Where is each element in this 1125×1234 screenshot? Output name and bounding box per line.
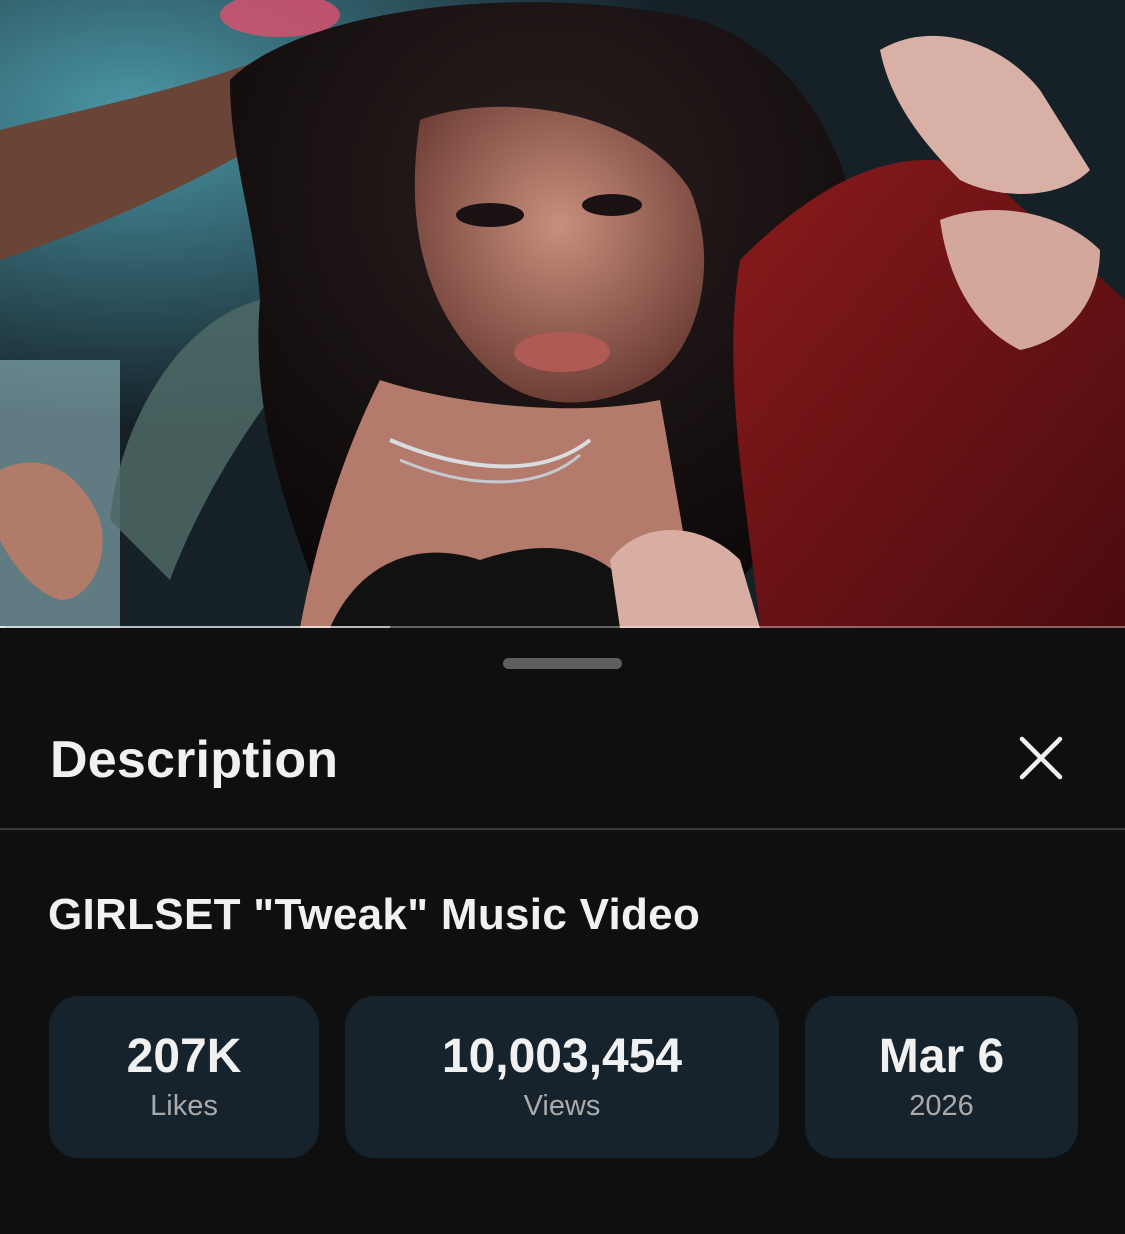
video-player[interactable] — [0, 0, 1125, 628]
close-button[interactable] — [1003, 720, 1079, 796]
stat-likes-label: Likes — [150, 1090, 218, 1122]
stat-views-value: 10,003,454 — [441, 1030, 683, 1083]
drag-handle[interactable] — [503, 658, 622, 669]
stat-date-label: 2026 — [909, 1090, 974, 1122]
sheet-header: Description — [0, 704, 1125, 830]
video-frame-image — [0, 0, 1125, 628]
progress-fill — [0, 626, 5, 628]
stat-views-label: Views — [523, 1090, 601, 1122]
stat-views: 10,003,454 Views — [345, 996, 779, 1158]
close-icon — [1019, 736, 1063, 780]
stat-likes: 207K Likes — [49, 996, 319, 1158]
stat-likes-value: 207K — [126, 1030, 242, 1083]
description-sheet: Description GIRLSET "Tweak" Music Video … — [0, 634, 1125, 1234]
sheet-title: Description — [50, 731, 339, 789]
stat-date-value: Mar 6 — [878, 1030, 1005, 1083]
progress-bar[interactable] — [0, 626, 1125, 628]
stat-date: Mar 6 2026 — [805, 996, 1078, 1158]
progress-buffer — [0, 626, 391, 628]
video-title: GIRLSET "Tweak" Music Video — [48, 890, 701, 939]
